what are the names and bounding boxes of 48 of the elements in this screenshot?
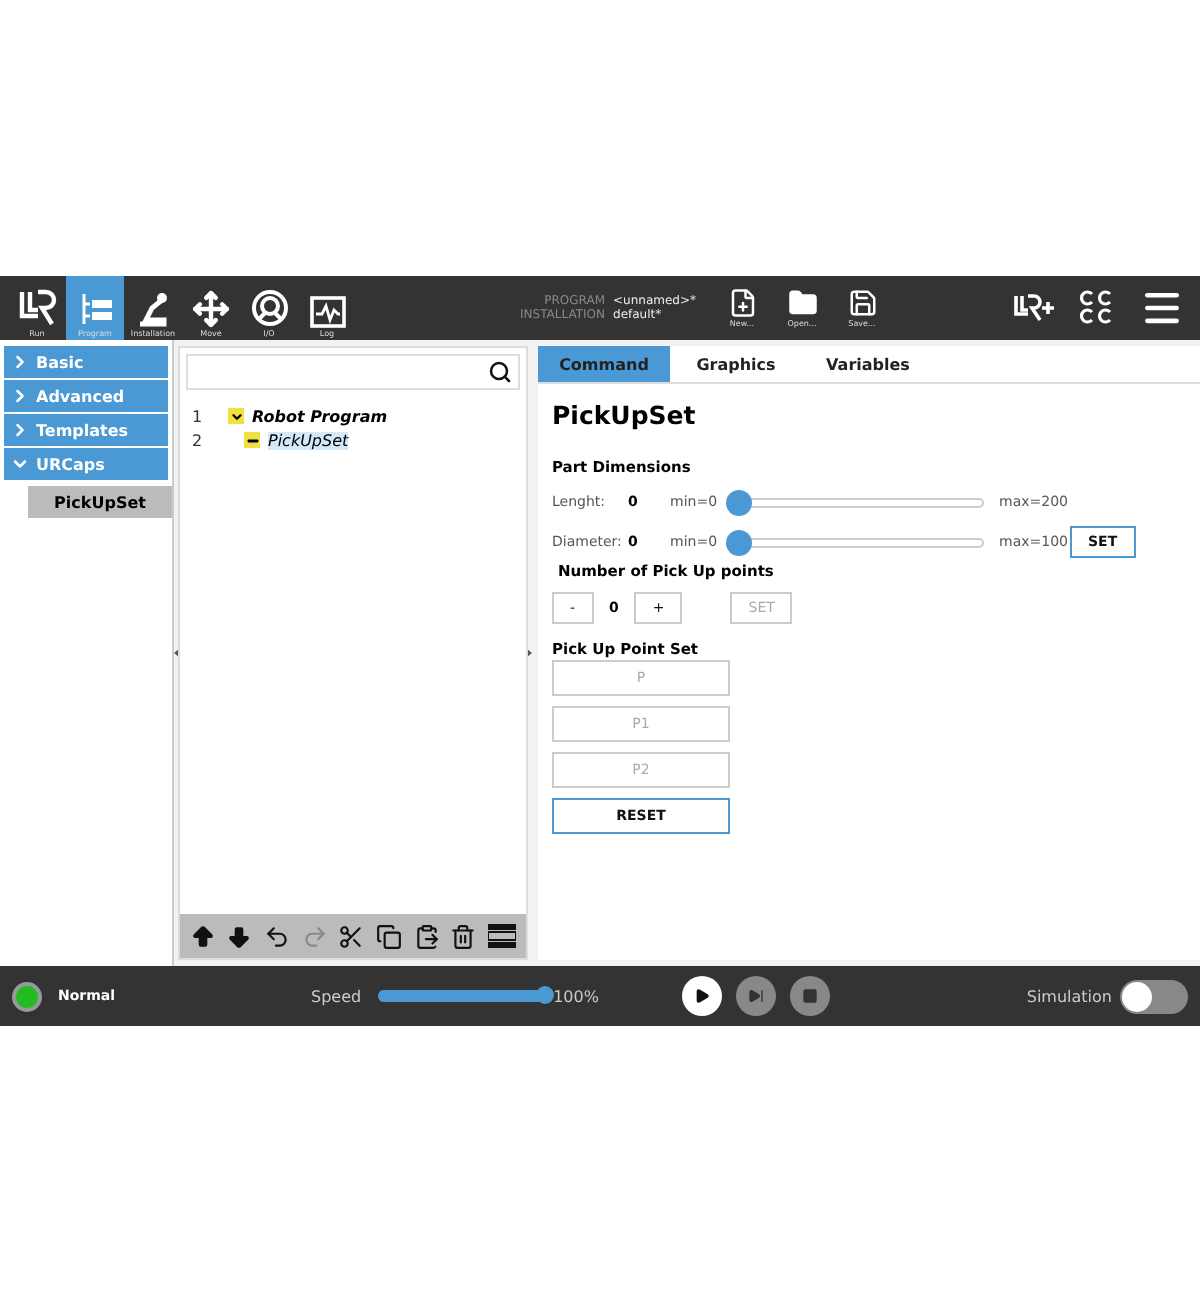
- speed-value: 100%: [553, 987, 599, 1005]
- chart-icon: [309, 296, 345, 328]
- sidebar-label: Advanced: [36, 387, 125, 405]
- node-title: PickUpSet: [552, 400, 698, 430]
- play-button[interactable]: [682, 976, 723, 1016]
- node-toggle-icon[interactable]: [244, 432, 260, 448]
- paste-icon[interactable]: [413, 923, 440, 949]
- urplus-logo-icon[interactable]: [1012, 294, 1056, 322]
- program-tree-icon: [77, 292, 113, 328]
- tab[interactable]: Command: [538, 346, 670, 382]
- cut-icon[interactable]: [338, 923, 365, 949]
- line-number: 2: [192, 431, 205, 449]
- move-icon: [192, 290, 230, 328]
- undo-icon[interactable]: [264, 923, 291, 949]
- tree-node[interactable]: Robot Program: [252, 407, 388, 425]
- speed-label: Speed: [310, 987, 362, 1005]
- move-down-icon[interactable]: [226, 923, 253, 949]
- slider-thumb[interactable]: [725, 529, 752, 555]
- search-field[interactable]: [186, 354, 520, 390]
- node-toggle-icon[interactable]: [228, 408, 244, 424]
- copy-icon[interactable]: [376, 923, 403, 949]
- grid-of-arcs-icon[interactable]: [1080, 290, 1116, 326]
- delete-icon[interactable]: [450, 923, 477, 949]
- expand-arrow-icon[interactable]: [528, 648, 532, 658]
- logo-icon: [17, 288, 57, 328]
- slider-thumb[interactable]: [725, 489, 752, 515]
- step-button[interactable]: [736, 976, 777, 1016]
- simulation-label: Simulation: [1026, 987, 1112, 1005]
- step-icon: [748, 986, 765, 1006]
- sidebar-label: URCaps: [36, 455, 105, 473]
- stop-button[interactable]: [790, 976, 831, 1016]
- save-icon: [847, 288, 877, 318]
- sidebar-label: Basic: [36, 353, 84, 371]
- sidebar-subitem[interactable]: PickUpSet: [28, 486, 172, 518]
- chevron-down-icon: [10, 454, 30, 474]
- suppress-icon[interactable]: [488, 924, 517, 948]
- stop-icon: [802, 988, 819, 1004]
- line-number: 1: [192, 407, 205, 425]
- io-icon: [249, 288, 289, 328]
- new-file-icon: [727, 288, 757, 318]
- move-up-icon[interactable]: [189, 923, 216, 949]
- collapse-arrow-icon[interactable]: [174, 648, 178, 658]
- sidebar-label: Templates: [36, 421, 129, 439]
- search-icon[interactable]: [488, 360, 512, 384]
- tree-node[interactable]: PickUpSet: [268, 431, 349, 449]
- folder-icon: [787, 288, 817, 318]
- simulation-toggle[interactable]: [1120, 979, 1188, 1013]
- play-icon: [694, 986, 711, 1006]
